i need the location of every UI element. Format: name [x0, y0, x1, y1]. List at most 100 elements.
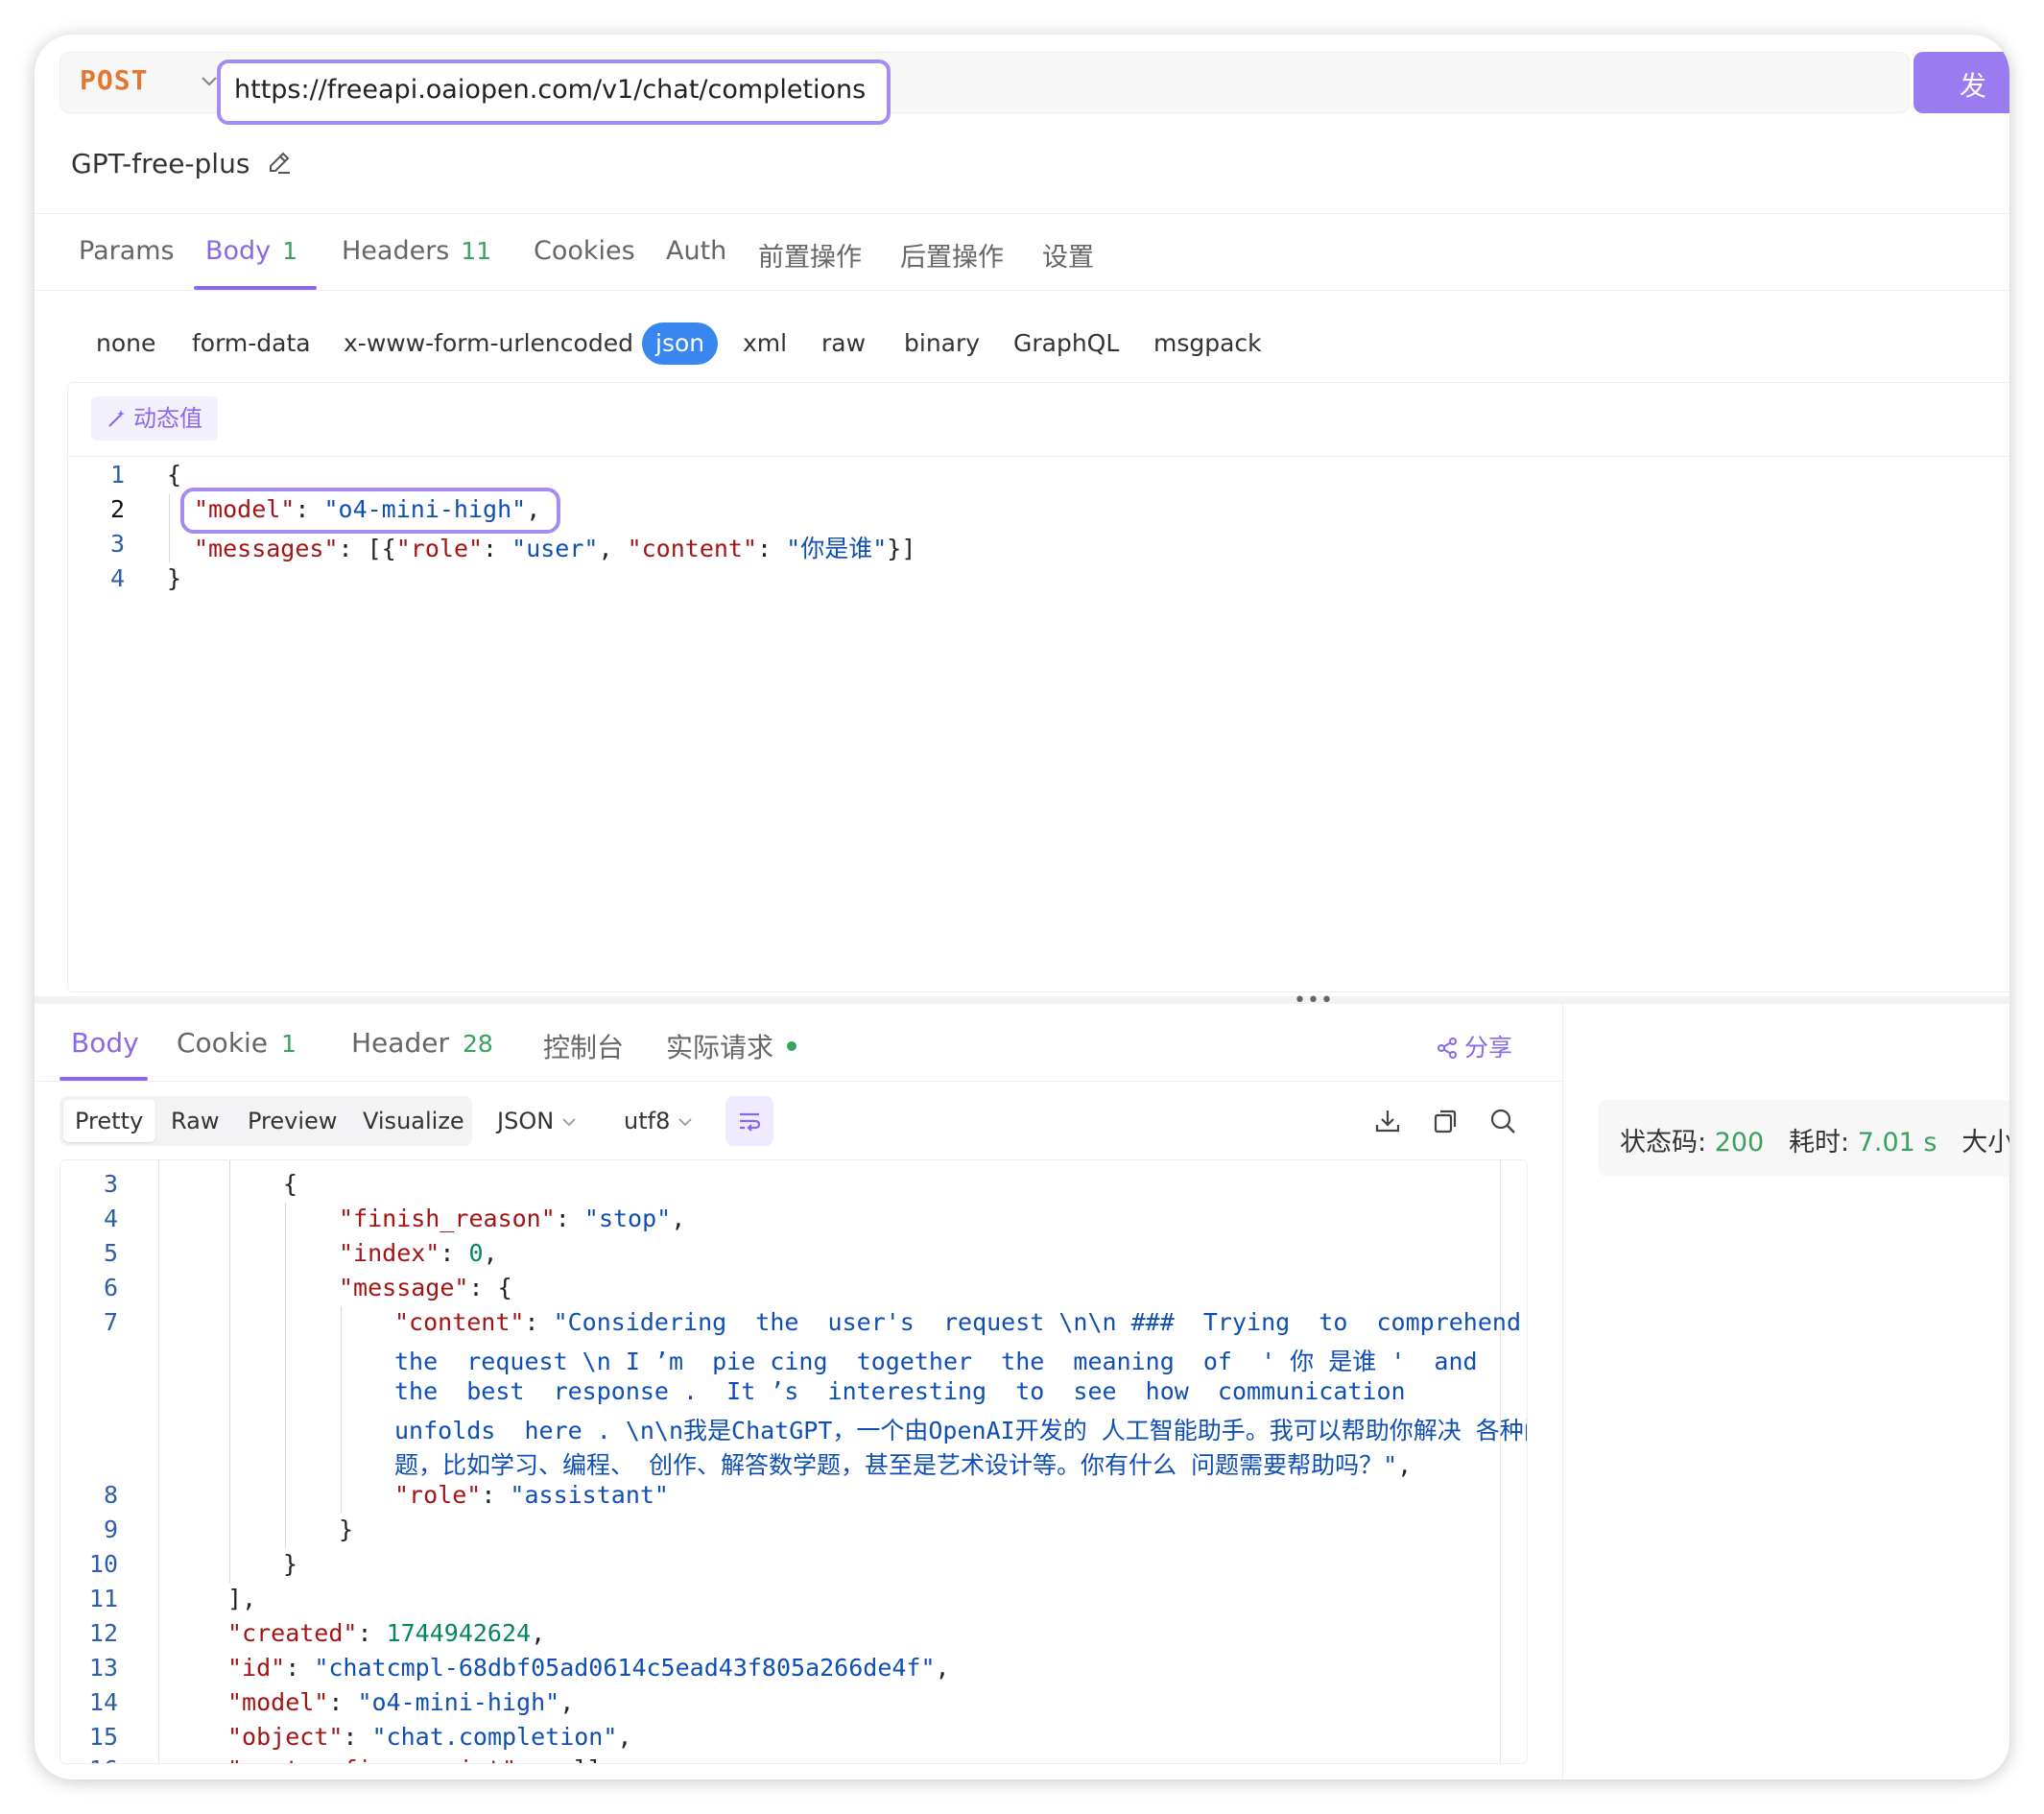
code-line: "id": "chatcmpl-68dbf05ad0614c5ead43f805… [227, 1654, 950, 1682]
code-line: "role": "assistant" [394, 1481, 669, 1509]
method-select[interactable]: POST [80, 64, 148, 96]
format-select[interactable]: JSON [497, 1108, 577, 1134]
divider [35, 213, 2009, 214]
view-mode-raw[interactable]: Raw [171, 1108, 219, 1134]
response-tab-cookie[interactable]: Cookie 1 [177, 1027, 297, 1059]
indent-guide [285, 1203, 286, 1548]
line-number: 11 [88, 1585, 118, 1612]
divider [35, 290, 2009, 291]
code-line: "content": "Considering the user's reque… [394, 1308, 1522, 1336]
request-body-editor[interactable]: 动态值 [67, 382, 2009, 992]
line-number: 6 [103, 1274, 118, 1301]
code-line: "system_fingerprint": null [227, 1755, 603, 1763]
line-number: 3 [103, 1170, 118, 1198]
code-line: } [167, 564, 182, 592]
response-tab-actual-request[interactable]: 实际请求 [666, 1027, 797, 1065]
word-wrap-button[interactable] [725, 1096, 773, 1146]
line-number: 12 [88, 1619, 118, 1647]
body-type-json[interactable]: json [642, 322, 719, 365]
url-input[interactable]: https://freeapi.oaiopen.com/v1/chat/comp… [217, 60, 891, 125]
code-line: "finish_reason": "stop", [339, 1205, 686, 1232]
tab-params[interactable]: Params [79, 236, 175, 266]
vertical-divider [1562, 1004, 1563, 1779]
tab-body[interactable]: Body 1 [205, 236, 297, 266]
line-number: 16 [60, 1755, 118, 1763]
code-line: { [283, 1170, 298, 1198]
line-number: 4 [109, 564, 125, 592]
body-type-msgpack[interactable]: msgpack [1153, 322, 1262, 365]
tab-pre-actions[interactable]: 前置操作 [758, 236, 862, 274]
code-line: "messages": [{"role": "user", "content":… [194, 535, 916, 562]
copy-icon[interactable] [1430, 1106, 1461, 1136]
view-mode-visualize[interactable]: Visualize [363, 1108, 464, 1134]
share-icon [1438, 1038, 1457, 1059]
line-number: 15 [88, 1723, 118, 1751]
code-line-wrapped: the request \n I ’m pie cing together th… [394, 1348, 1478, 1375]
tab-cookies[interactable]: Cookies [534, 236, 635, 266]
body-type-urlencoded[interactable]: x-www-form-urlencoded [344, 322, 633, 365]
response-tab-console[interactable]: 控制台 [543, 1027, 624, 1065]
line-number: 1 [109, 461, 125, 489]
response-time: 7.01 s [1857, 1128, 1937, 1158]
status-code: 200 [1714, 1128, 1765, 1158]
line-number: 8 [103, 1481, 118, 1509]
line-number: 2 [109, 495, 125, 523]
search-icon[interactable] [1487, 1106, 1518, 1136]
url-text: https://freeapi.oaiopen.com/v1/chat/comp… [234, 75, 867, 105]
tab-settings[interactable]: 设置 [1042, 236, 1094, 274]
share-button[interactable]: 分享 [1436, 1029, 1512, 1063]
code-line: { [167, 461, 182, 489]
dynamic-value-button[interactable]: 动态值 [91, 396, 218, 441]
chevron-down-icon [562, 1118, 576, 1127]
response-body-viewer[interactable]: 3 4 5 6 7 8 9 10 11 12 13 14 15 16 { "fi… [59, 1159, 1528, 1764]
code-line: "created": 1744942624, [227, 1619, 546, 1647]
line-number: 3 [109, 530, 125, 558]
body-type-none[interactable]: none [96, 322, 155, 365]
response-status-panel: 状态码: 200 耗时: 7.01 s 大小 [1599, 1100, 2009, 1177]
response-tab-body[interactable]: Body [71, 1027, 139, 1059]
tab-auth[interactable]: Auth [666, 236, 726, 266]
edit-pencil-icon[interactable] [265, 148, 294, 177]
line-number: 7 [103, 1308, 118, 1336]
body-type-binary[interactable]: binary [904, 322, 980, 365]
chevron-down-icon [678, 1118, 692, 1127]
body-type-raw[interactable]: raw [821, 322, 866, 365]
download-icon[interactable] [1372, 1106, 1403, 1136]
indent-guide [341, 1306, 342, 1514]
line-number: 13 [88, 1654, 118, 1682]
line-number: 5 [103, 1239, 118, 1267]
request-name[interactable]: GPT-free-plus [71, 148, 250, 179]
code-line-wrapped: the best response . It ’s interesting to… [394, 1377, 1406, 1405]
word-wrap-icon [740, 1112, 761, 1132]
line-number: 10 [88, 1550, 118, 1578]
code-line: ], [227, 1585, 257, 1612]
code-line-wrapped: unfolds here . \n\n我是ChatGPT，一个由OpenAI开发… [394, 1417, 1528, 1444]
scroll-edge [1500, 1160, 1501, 1763]
response-size-label: 大小 [1961, 1128, 2009, 1158]
line-number: 14 [88, 1688, 118, 1716]
view-mode-pretty[interactable]: Pretty [75, 1108, 143, 1134]
panel-splitter[interactable] [35, 996, 2009, 1004]
view-mode-preview[interactable]: Preview [248, 1108, 337, 1134]
app-window: POST https://freeapi.oaiopen.com/v1/chat… [35, 35, 2009, 1779]
body-type-form-data[interactable]: form-data [192, 322, 311, 365]
line-number: 4 [103, 1205, 118, 1232]
send-button[interactable]: 发 送 [1913, 52, 2009, 113]
body-type-xml[interactable]: xml [743, 322, 787, 365]
tab-headers[interactable]: Headers 11 [342, 236, 491, 266]
dynamic-value-label: 动态值 [133, 405, 202, 432]
encoding-select[interactable]: utf8 [624, 1108, 693, 1134]
code-line: "message": { [339, 1274, 512, 1301]
code-line: "index": 0, [339, 1239, 498, 1267]
status-dot-icon [787, 1041, 797, 1051]
line-number: 9 [103, 1516, 118, 1543]
response-tab-header[interactable]: Header 28 [351, 1027, 493, 1059]
tab-post-actions[interactable]: 后置操作 [900, 236, 1004, 274]
status-text: 状态码: 200 耗时: 7.01 s 大小 [1620, 1121, 2009, 1158]
gutter-divider [158, 1160, 159, 1763]
code-line: } [283, 1550, 298, 1578]
divider [35, 1081, 1562, 1082]
body-type-graphql[interactable]: GraphQL [1013, 322, 1119, 365]
code-line-wrapped: 题，比如学习、编程、 创作、解答数学题，甚至是艺术设计等。你有什么 问题需要帮助… [394, 1451, 1413, 1479]
splitter-handle[interactable]: ••• [1294, 989, 1334, 1013]
